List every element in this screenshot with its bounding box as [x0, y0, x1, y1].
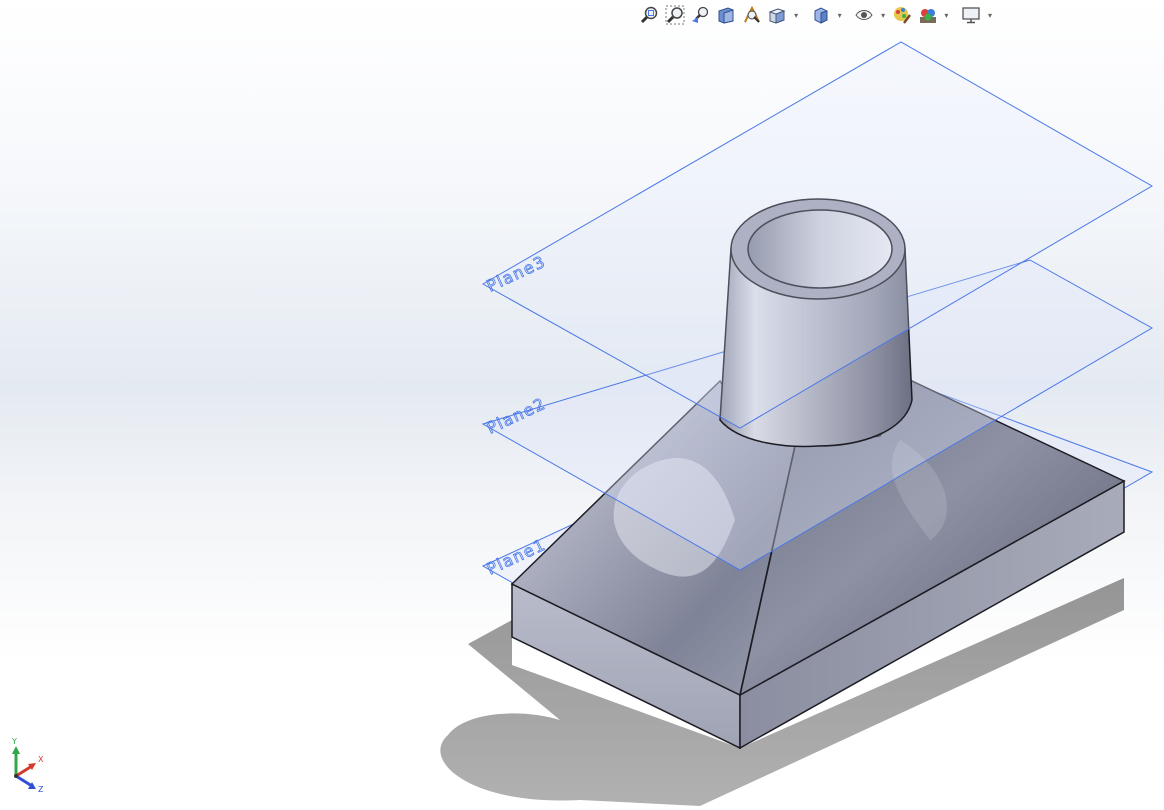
section-view-button[interactable]	[715, 4, 737, 26]
section-view-icon	[718, 7, 734, 24]
zoom-to-area-icon	[665, 5, 685, 25]
view-orientation-button[interactable]	[766, 4, 788, 26]
edit-appearance-icon	[893, 7, 911, 24]
previous-view-button[interactable]	[689, 4, 711, 26]
display-style-dropdown[interactable]: ▾	[836, 4, 844, 26]
zoom-to-area-button[interactable]	[664, 4, 686, 26]
view-settings-button[interactable]	[960, 4, 982, 26]
triad-z-label: Z	[38, 785, 44, 794]
apply-scene-button[interactable]	[917, 4, 939, 26]
view-settings-dropdown[interactable]: ▾	[986, 4, 994, 26]
hide-show-items-button[interactable]	[854, 4, 876, 26]
reference-triad[interactable]: Y X Z	[6, 736, 50, 794]
zoom-to-fit-icon	[640, 6, 658, 24]
view-orientation-dropdown[interactable]: ▾	[792, 4, 800, 26]
triad-y-label: Y	[11, 737, 17, 746]
y-axis-arrow	[12, 746, 20, 754]
dynamic-annotation-views-button[interactable]	[741, 4, 763, 26]
graphics-area[interactable]: Plane1 Plane2 Plane3	[0, 0, 1164, 810]
previous-view-icon	[692, 6, 709, 23]
apply-scene-dropdown[interactable]: ▾	[942, 4, 950, 26]
triad-origin	[14, 774, 18, 778]
view-orientation-icon	[768, 8, 786, 24]
heads-up-view-toolbar: ▾ ▾ ▾ ▾ ▾	[638, 2, 994, 28]
edit-appearance-button[interactable]	[891, 4, 913, 26]
x-axis	[15, 764, 33, 778]
hide-show-items-dropdown[interactable]: ▾	[879, 4, 887, 26]
view-settings-icon	[962, 7, 980, 24]
triad-x-label: X	[38, 755, 44, 764]
z-axis	[15, 774, 33, 788]
apply-scene-icon	[919, 9, 936, 23]
dynamic-annotation-icon	[743, 5, 760, 23]
display-style-icon	[814, 7, 828, 24]
zoom-to-fit-button[interactable]	[638, 4, 660, 26]
display-style-button[interactable]	[810, 4, 832, 26]
hide-show-items-icon	[855, 10, 873, 20]
